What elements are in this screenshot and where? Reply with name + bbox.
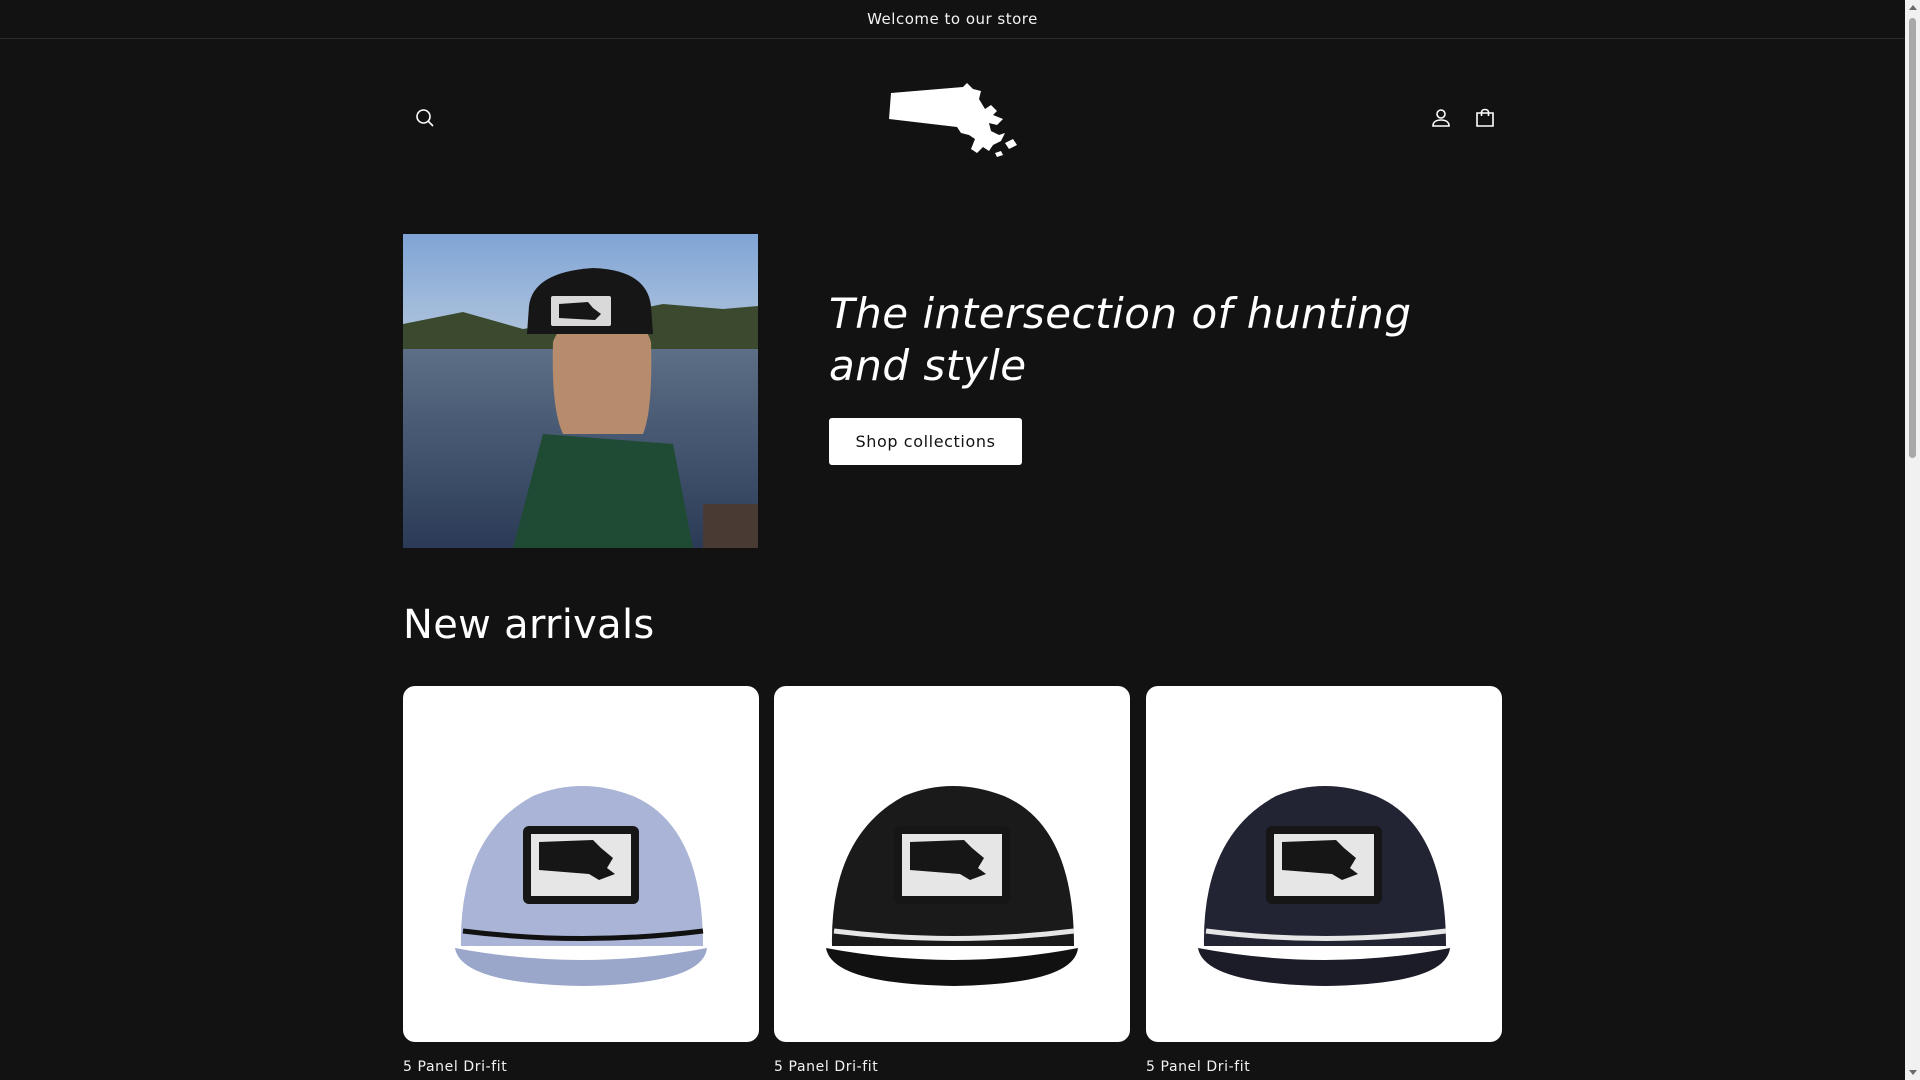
product-card[interactable]: 5 Panel Dri-fit [774,686,1130,1075]
announcement-text: Welcome to our store [867,10,1038,28]
cap-image [1198,786,1450,986]
hero-title: The intersection of hunting and style [829,289,1412,390]
scroll-up-icon[interactable] [1909,5,1917,10]
shop-collections-button[interactable]: Shop collections [829,418,1022,465]
product-image[interactable] [774,686,1130,1042]
scroll-down-icon[interactable] [1909,1070,1917,1075]
search-button[interactable] [403,96,447,140]
search-icon [416,109,434,127]
product-name[interactable]: 5 Panel Dri-fit [1146,1059,1502,1075]
account-button[interactable] [1419,96,1463,140]
cart-button[interactable] [1463,96,1507,140]
product-name[interactable]: 5 Panel Dri-fit [774,1059,1130,1075]
site-header [0,39,1905,199]
product-name[interactable]: 5 Panel Dri-fit [403,1059,759,1075]
product-card[interactable]: 5 Panel Dri-fit [403,686,759,1075]
product-image[interactable] [403,686,759,1042]
cap-image [826,786,1078,986]
cap-image [455,786,707,986]
new-arrivals-title: New arrivals [403,602,655,648]
scroll-thumb[interactable] [1909,18,1916,458]
product-image[interactable] [1146,686,1502,1042]
cart-icon [1476,108,1494,127]
product-card[interactable]: 5 Panel Dri-fit [1146,686,1502,1075]
hero-image [403,234,758,548]
hero-photo-lake [403,234,758,548]
page-scrollbar[interactable] [1905,0,1920,1080]
announcement-bar: Welcome to our store [0,0,1905,39]
account-icon [1432,109,1450,127]
store-logo[interactable] [885,79,1021,159]
massachusetts-logo-icon [889,83,1017,157]
